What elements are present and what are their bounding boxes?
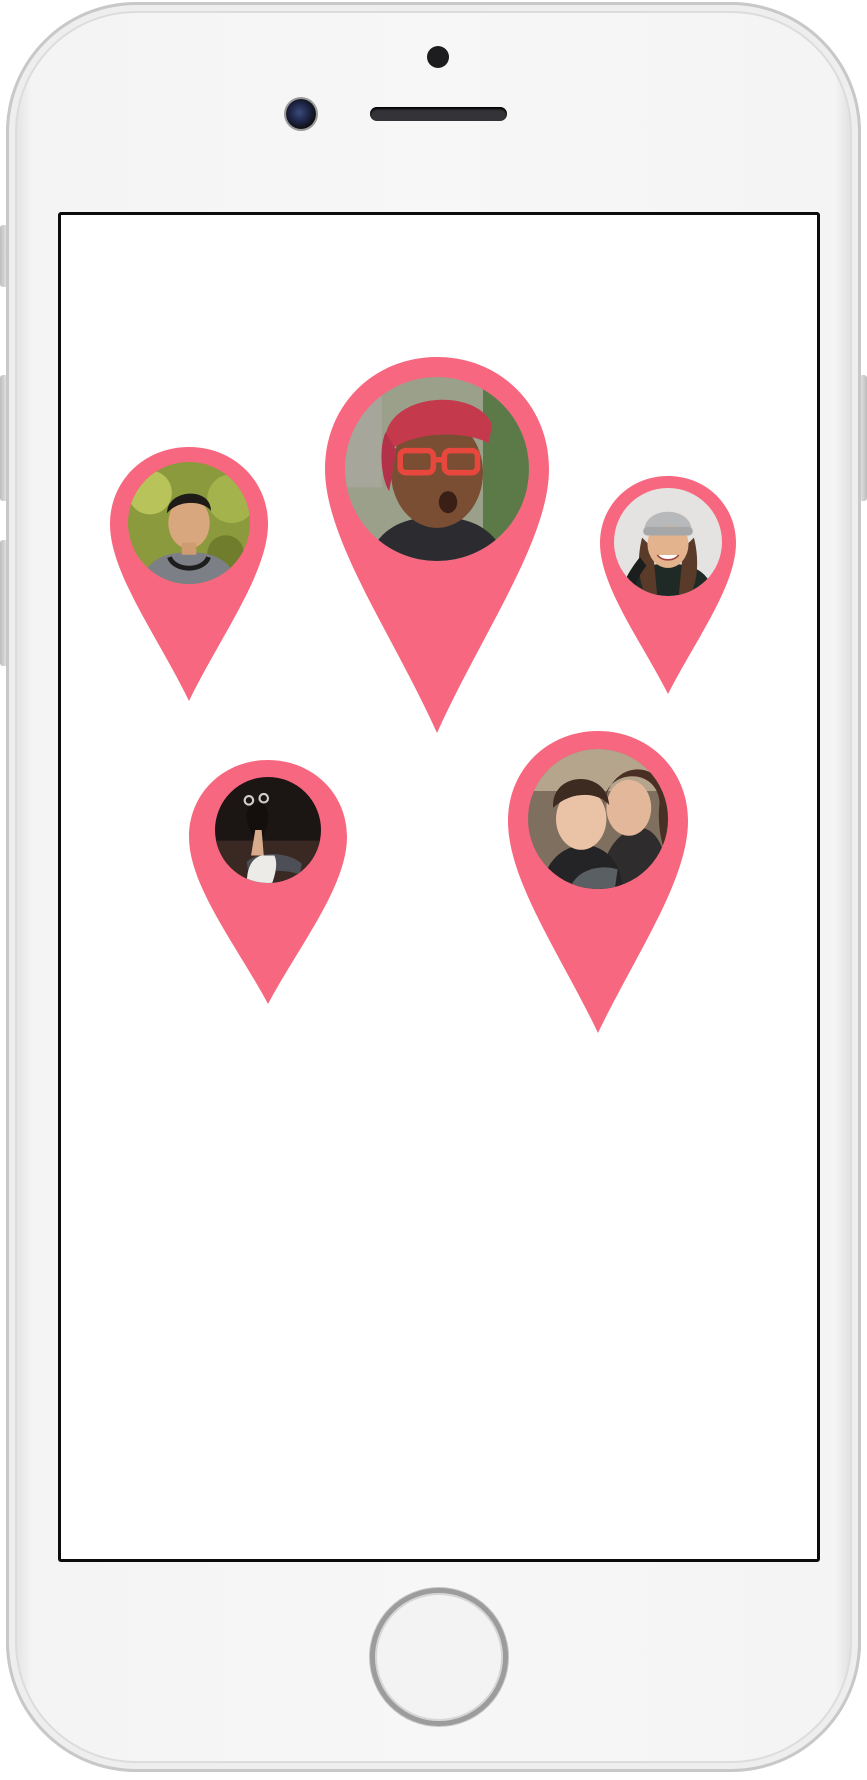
pin-person-3[interactable] bbox=[600, 476, 736, 694]
earpiece-speaker bbox=[370, 107, 507, 121]
man-with-headphones-avatar bbox=[128, 462, 250, 584]
man-with-red-glasses-avatar bbox=[345, 377, 529, 561]
phone-frame bbox=[6, 2, 861, 1772]
front-camera-icon bbox=[286, 99, 316, 129]
pin-person-2[interactable] bbox=[325, 357, 549, 733]
home-button[interactable] bbox=[370, 1588, 508, 1726]
app-screen bbox=[58, 212, 820, 1562]
proximity-sensor bbox=[427, 46, 449, 68]
woman-in-beanie-avatar bbox=[614, 488, 722, 596]
woman-sitting-avatar bbox=[215, 777, 321, 883]
pin-person-1[interactable] bbox=[110, 447, 268, 701]
device-stage bbox=[0, 0, 867, 1780]
couple-selfie-avatar bbox=[528, 749, 668, 889]
pin-person-4[interactable] bbox=[189, 760, 347, 1004]
pin-person-5[interactable] bbox=[508, 731, 688, 1033]
